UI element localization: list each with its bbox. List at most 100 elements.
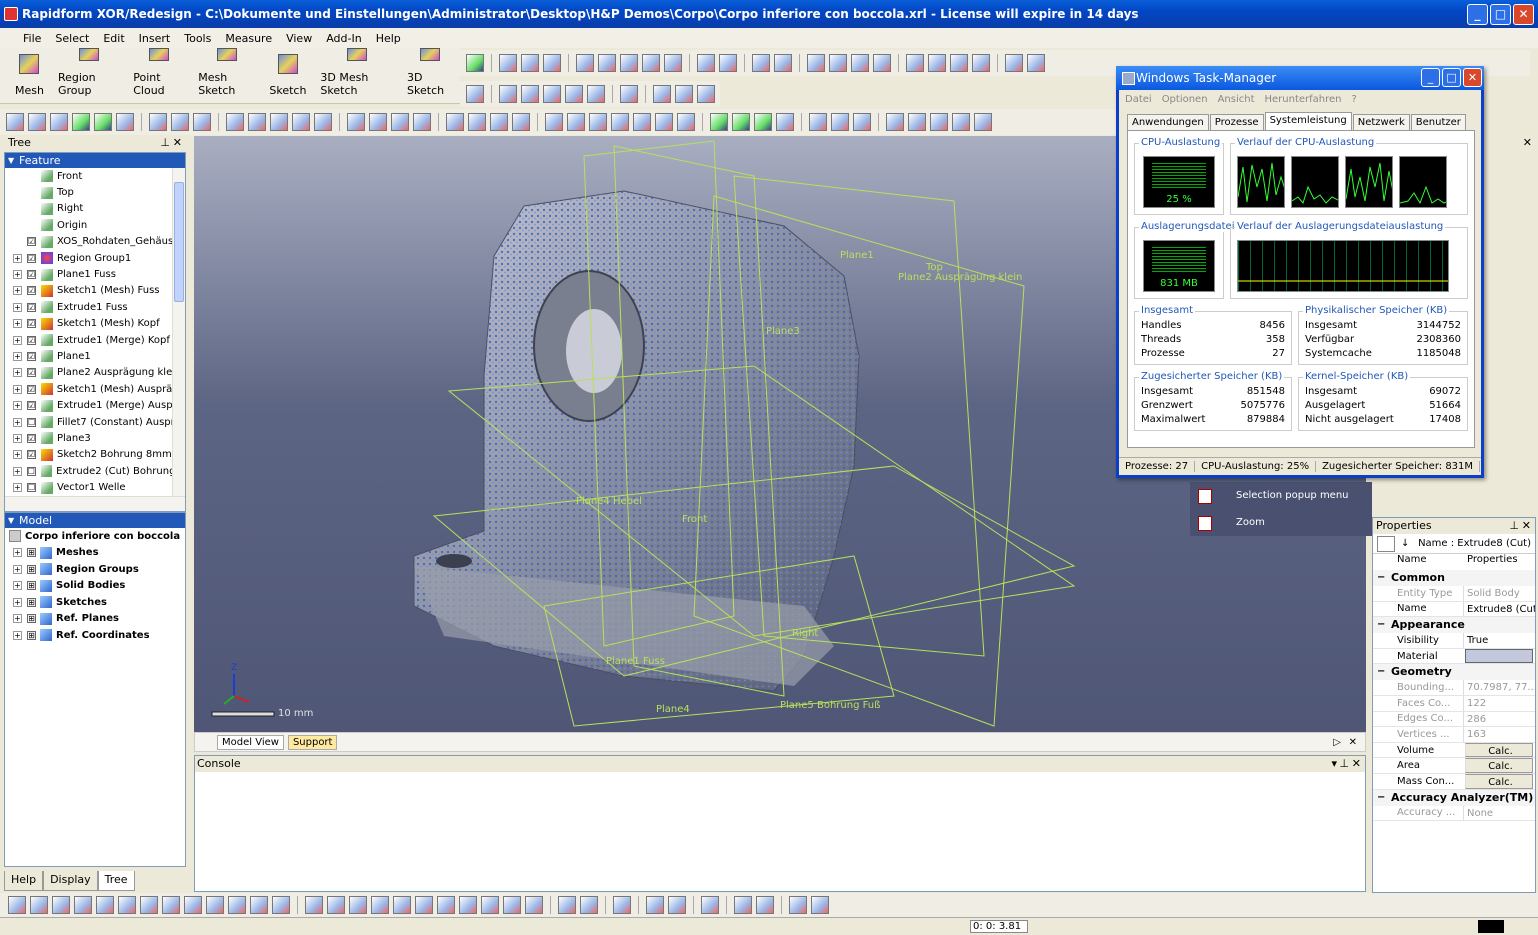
plane-label-plane4[interactable]: Plane4 xyxy=(656,704,690,715)
visibility-checkbox[interactable]: ☑ xyxy=(27,270,36,280)
console-menu-icon[interactable]: ▾ xyxy=(1331,756,1337,772)
surface-tool-icon[interactable] xyxy=(697,54,715,72)
tree-item[interactable]: + ☑ Plane2 Ausprägung klein xyxy=(5,365,185,381)
visibility-checkbox[interactable]: ⊞ xyxy=(27,548,36,558)
sort-az-icon[interactable]: ↓ xyxy=(1401,538,1409,549)
tm-menu-ansicht[interactable]: Ansicht xyxy=(1218,94,1255,105)
undo-icon[interactable] xyxy=(149,113,167,131)
sew-tool-icon[interactable] xyxy=(1027,54,1045,72)
feature-filter-icon[interactable] xyxy=(558,896,576,914)
property-row[interactable]: Name Extrude8 (Cut) xyxy=(1373,601,1535,618)
expand-icon[interactable]: + xyxy=(13,417,22,427)
expand-icon[interactable]: + xyxy=(13,597,22,607)
group-filter-icon[interactable] xyxy=(734,896,752,914)
property-row[interactable]: Bounding... 70.7987, 77.... xyxy=(1373,680,1535,696)
tm-menu-optionen[interactable]: Optionen xyxy=(1162,94,1208,105)
plane-tool-icon[interactable] xyxy=(466,54,484,72)
visibility-checkbox[interactable]: ⊞ xyxy=(27,630,36,640)
top-view-icon[interactable] xyxy=(633,113,651,131)
tm-menu-help[interactable]: ? xyxy=(1352,94,1357,105)
model-item[interactable]: + ⊞ Solid Bodies xyxy=(5,578,185,595)
shaded-edges-icon[interactable] xyxy=(512,113,530,131)
chamfer-tool-icon[interactable] xyxy=(829,54,847,72)
tm-tab-benutzer[interactable]: Benutzer xyxy=(1410,114,1466,130)
expand-icon[interactable]: + xyxy=(13,581,22,591)
pattern-tool-icon[interactable] xyxy=(928,54,946,72)
model-section-header[interactable]: Model xyxy=(5,513,185,528)
sphere-display-icon[interactable] xyxy=(908,113,926,131)
menu-insert[interactable]: Insert xyxy=(132,32,178,45)
front-view-icon[interactable] xyxy=(545,113,563,131)
tree-item[interactable]: Front xyxy=(5,168,185,184)
wireframe-icon[interactable] xyxy=(446,113,464,131)
lasso-select-icon[interactable] xyxy=(96,896,114,914)
property-value[interactable] xyxy=(1465,648,1533,664)
expand-icon[interactable] xyxy=(13,237,22,246)
shaded-icon[interactable] xyxy=(490,113,508,131)
plane-label-plane5[interactable]: Plane5 Bohrung Fuß xyxy=(780,700,880,711)
polygon-select-icon[interactable] xyxy=(74,896,92,914)
tree-item[interactable]: + ☑ Sketch1 (Mesh) Kopf xyxy=(5,316,185,332)
sphere-select-icon[interactable] xyxy=(228,896,246,914)
plane-label-plane1-fuss[interactable]: Plane1 Fuss xyxy=(606,656,665,667)
revolve-tool-icon[interactable] xyxy=(598,54,616,72)
offset-tool-icon[interactable] xyxy=(972,54,990,72)
menu-measure[interactable]: Measure xyxy=(218,32,279,45)
normal-view-icon[interactable] xyxy=(413,113,431,131)
visibility-checkbox[interactable]: ☑ xyxy=(27,302,36,312)
material-display-icon[interactable] xyxy=(974,113,992,131)
visibility-checkbox[interactable]: ☑ xyxy=(27,319,36,329)
trim-tool-icon[interactable] xyxy=(1005,54,1023,72)
maximize-button[interactable]: □ xyxy=(1490,4,1511,25)
visibility-checkbox[interactable]: ☑ xyxy=(27,368,36,378)
model-item[interactable]: + ⊞ Meshes xyxy=(5,545,185,562)
expand-icon[interactable] xyxy=(13,188,22,197)
tm-menu-herunterfahren[interactable]: Herunterfahren xyxy=(1265,94,1342,105)
tab-display[interactable]: Display xyxy=(43,871,98,891)
menu-select[interactable]: Select xyxy=(48,32,96,45)
mesh-filter-icon[interactable] xyxy=(305,896,323,914)
iso-view-icon[interactable] xyxy=(677,113,695,131)
zoom-fit-icon[interactable] xyxy=(292,113,310,131)
property-category[interactable]: Common xyxy=(1373,570,1535,586)
circle-select-icon[interactable] xyxy=(52,896,70,914)
print-icon[interactable] xyxy=(116,113,134,131)
menu-file[interactable]: File xyxy=(16,32,48,45)
mirror-tool-icon[interactable] xyxy=(906,54,924,72)
solid-wizard-icon[interactable] xyxy=(521,85,539,103)
tab-help[interactable]: Help xyxy=(4,871,44,891)
expand-icon[interactable]: + xyxy=(13,483,22,493)
property-category[interactable]: Appearance xyxy=(1373,617,1535,634)
view-direction-icon[interactable] xyxy=(391,113,409,131)
right-view-icon[interactable] xyxy=(611,113,629,131)
vertex-filter-icon[interactable] xyxy=(437,896,455,914)
expand-icon[interactable]: + xyxy=(13,302,22,312)
property-row[interactable]: Vertices ... 163 xyxy=(1373,727,1535,743)
tree-item[interactable]: + ☐ Extrude2 (Cut) Bohrung 8 xyxy=(5,463,185,479)
visibility-checkbox[interactable] xyxy=(27,221,36,230)
plane-label-plane3[interactable]: Plane3 xyxy=(766,326,800,337)
new-file-icon[interactable] xyxy=(6,113,24,131)
tree-item[interactable]: Origin xyxy=(5,217,185,233)
tree-scrollbar[interactable] xyxy=(172,168,185,496)
tab-nav-arrow-icon[interactable]: ▷ xyxy=(1333,737,1341,748)
deviation-icon[interactable] xyxy=(620,85,638,103)
tm-menu-datei[interactable]: Datei xyxy=(1125,94,1152,105)
fillet-tool-icon[interactable] xyxy=(807,54,825,72)
tree-item[interactable]: + ☑ Plane1 xyxy=(5,348,185,364)
expand-icon[interactable]: + xyxy=(13,450,22,460)
property-row[interactable]: Entity Type Solid Body xyxy=(1373,586,1535,602)
visibility-checkbox[interactable] xyxy=(27,204,36,213)
expand-icon[interactable]: + xyxy=(13,270,22,280)
visibility-checkbox[interactable]: ☑ xyxy=(27,286,36,296)
open-file-icon[interactable] xyxy=(28,113,46,131)
model-root[interactable]: Corpo inferiore con boccola xyxy=(5,528,185,545)
console-pin-icon[interactable]: ⊥ xyxy=(1339,756,1349,772)
tm-maximize-button[interactable]: □ xyxy=(1442,68,1461,87)
model-item[interactable]: + ⊞ Sketches xyxy=(5,594,185,611)
brush-select-icon[interactable] xyxy=(118,896,136,914)
categorized-icon[interactable] xyxy=(1377,535,1395,552)
feature-section-header[interactable]: Feature xyxy=(5,153,185,168)
menu-view[interactable]: View xyxy=(279,32,319,45)
property-row[interactable]: Edges Co... 286 xyxy=(1373,711,1535,728)
